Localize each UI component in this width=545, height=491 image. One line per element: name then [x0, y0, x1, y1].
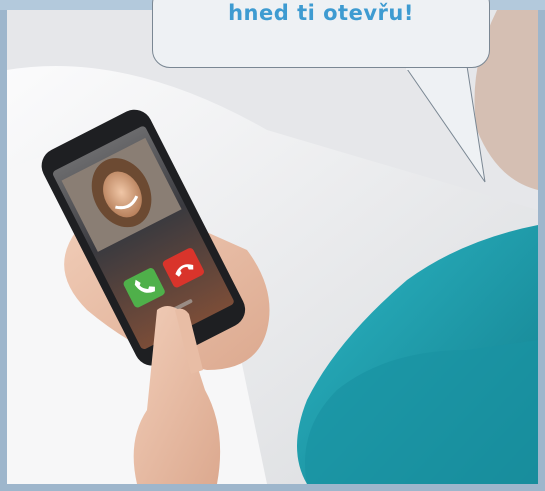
frame-border-right [538, 0, 545, 491]
speech-bubble-text: hned ti otevřu! [228, 1, 414, 25]
photo [7, 10, 538, 484]
frame-border-bottom [0, 484, 545, 491]
graphic-frame: hned ti otevřu! [0, 0, 545, 491]
speech-bubble: hned ti otevřu! [152, 0, 490, 68]
photo-illustration [7, 10, 538, 484]
frame-border-left [0, 0, 7, 491]
